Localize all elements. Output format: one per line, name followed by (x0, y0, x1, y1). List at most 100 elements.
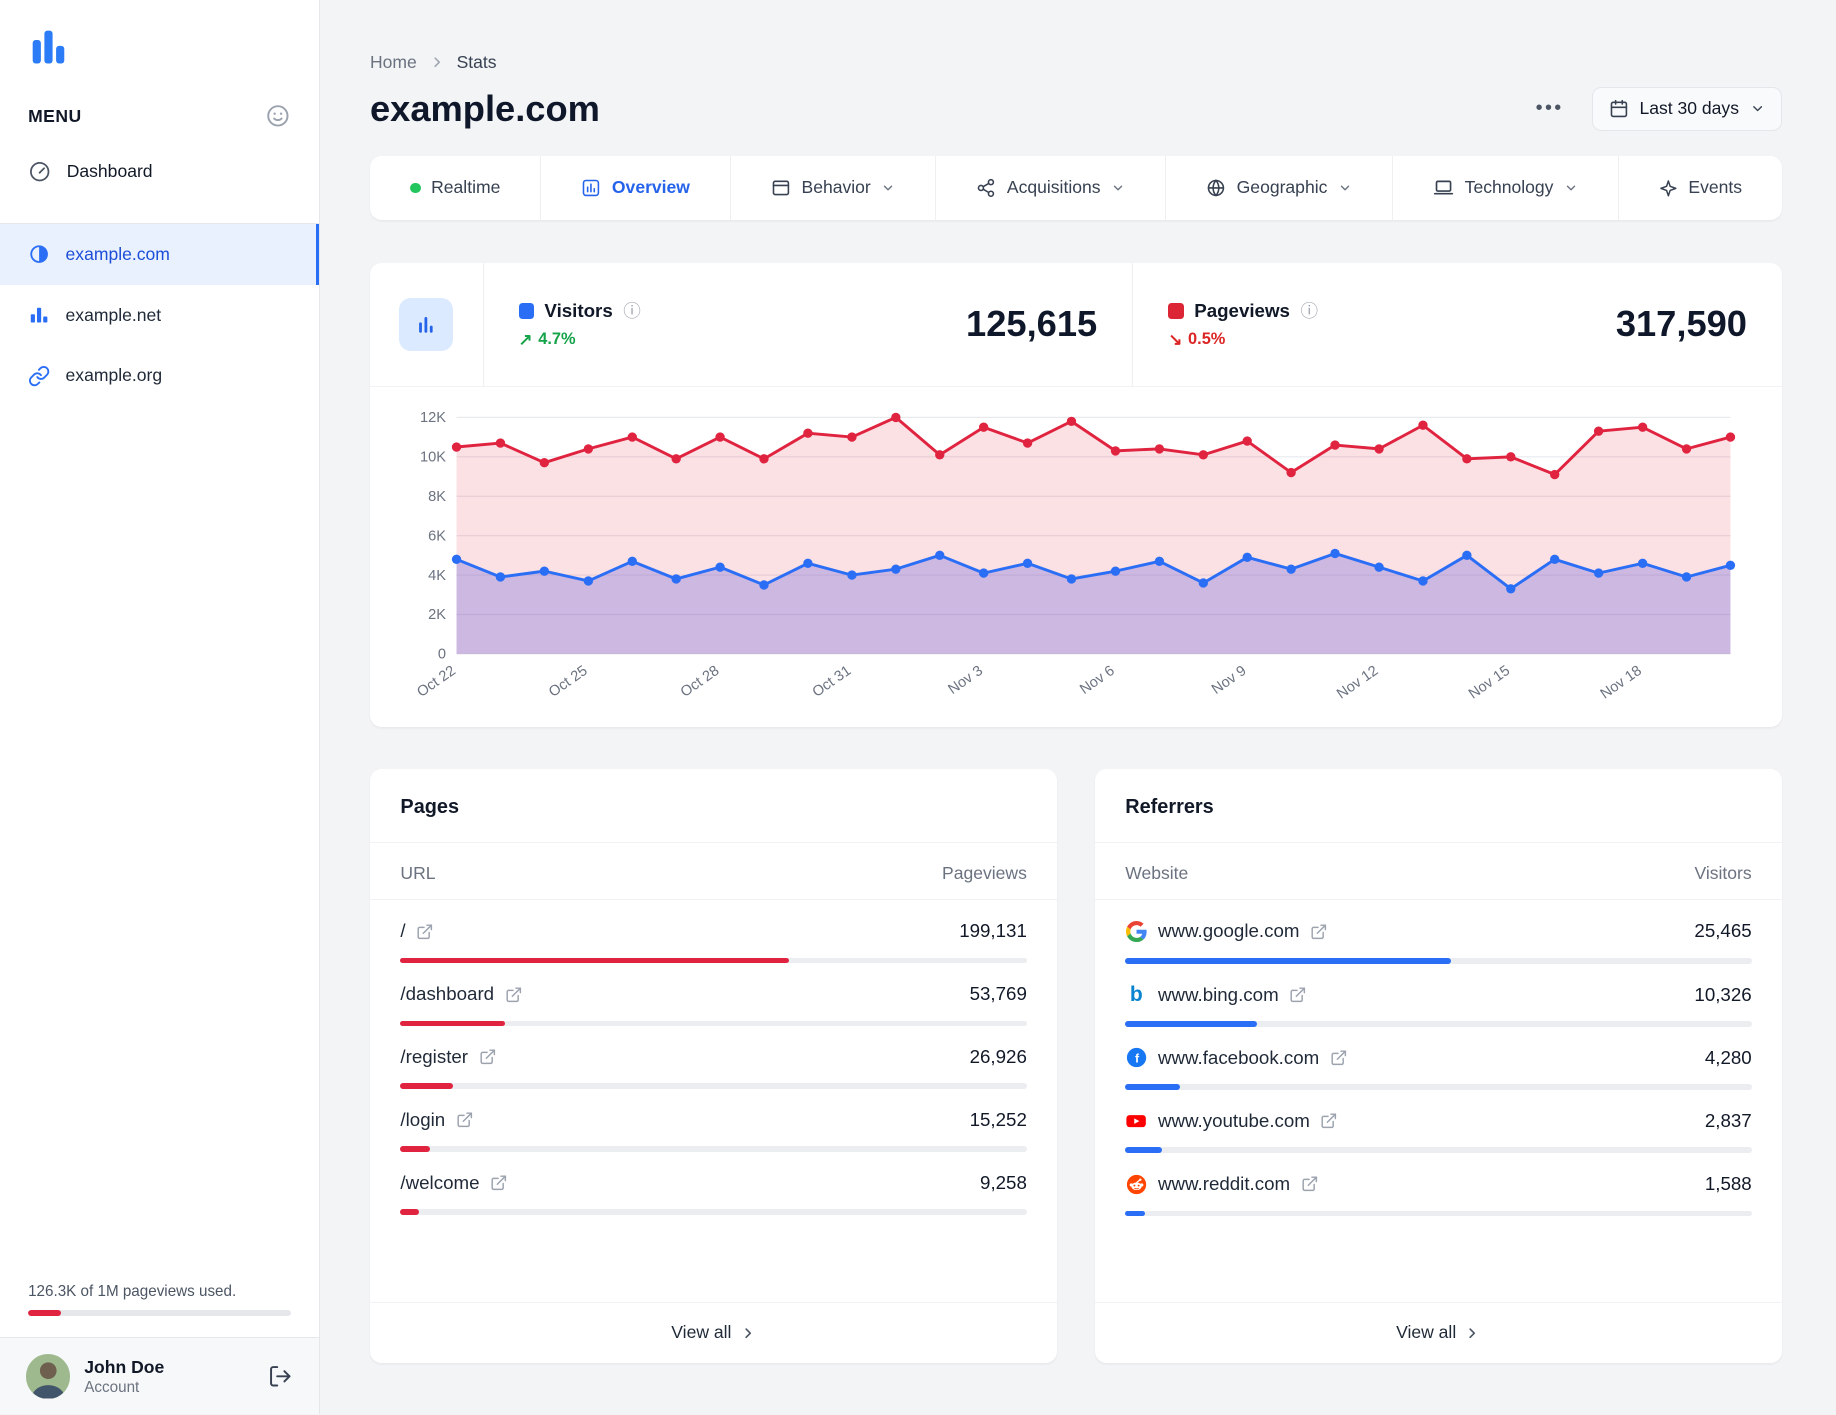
svg-text:Oct 31: Oct 31 (810, 663, 854, 701)
row-link[interactable]: /welcome (400, 1172, 507, 1194)
sidebar-item-example-org[interactable]: example.org (0, 345, 319, 406)
external-link-icon[interactable] (490, 1174, 508, 1192)
referrers-rows: www.google.com 25,465 b www.bing.com 10,326 f… (1095, 900, 1782, 1239)
table-row: www.reddit.com 1,588 (1095, 1153, 1782, 1217)
svg-text:0: 0 (438, 647, 446, 663)
row-link[interactable]: www.youtube.com (1125, 1110, 1338, 1132)
sidebar-item-example-net[interactable]: example.net (0, 285, 319, 346)
usage-text: 126.3K of 1M pageviews used. (28, 1282, 237, 1300)
row-bar-fill (400, 1209, 419, 1216)
breadcrumb: Home Stats (370, 52, 1782, 73)
logout-icon[interactable] (268, 1364, 293, 1389)
external-link-icon[interactable] (505, 986, 523, 1004)
external-link-icon[interactable] (456, 1111, 474, 1129)
customize-icon[interactable] (265, 103, 291, 129)
referrers-card: Referrers Website Visitors www.google.co… (1094, 769, 1783, 1363)
sidebar-item-dashboard[interactable]: Dashboard (28, 160, 290, 183)
tab-overview[interactable]: Overview (540, 156, 730, 220)
pages-card: Pages URL Pageviews / 199,131/dashboard 53… (369, 769, 1058, 1363)
external-link-icon[interactable] (1330, 1049, 1348, 1067)
row-value: 53,769 (969, 983, 1027, 1005)
row-value: 26,926 (969, 1046, 1027, 1068)
visitors-change: ↗ 4.7% (518, 330, 576, 350)
tab-geographic[interactable]: Geographic (1165, 156, 1392, 220)
usage-progress-track (28, 1310, 291, 1317)
avatar[interactable] (25, 1354, 71, 1399)
main-content: Home Stats example.com ••• Last 30 days (320, 0, 1836, 1414)
facebook-icon: f (1125, 1047, 1147, 1069)
svg-text:8K: 8K (428, 489, 446, 505)
svg-text:4K: 4K (428, 568, 446, 584)
svg-text:Nov 9: Nov 9 (1209, 663, 1249, 698)
column-header-url: URL (400, 863, 436, 884)
breadcrumb-home-link[interactable]: Home (370, 52, 417, 73)
row-link[interactable]: www.reddit.com (1125, 1173, 1318, 1195)
calendar-icon (1610, 99, 1628, 117)
row-value: 1,588 (1704, 1173, 1752, 1195)
pages-view-all-button[interactable]: View all (369, 1301, 1058, 1363)
reddit-icon (1125, 1173, 1147, 1195)
row-link[interactable]: /register (400, 1046, 496, 1068)
row-link[interactable]: /login (400, 1109, 473, 1131)
tab-events[interactable]: Events (1618, 156, 1782, 220)
tab-label: Behavior (801, 177, 871, 198)
behavior-icon (772, 180, 790, 196)
report-tabs: Realtime Overview Behavior Acquisitions … (369, 156, 1783, 220)
chevron-down-icon (881, 181, 895, 195)
geographic-globe-icon (1207, 179, 1225, 197)
row-link[interactable]: b www.bing.com (1125, 982, 1307, 1006)
external-link-icon[interactable] (1310, 923, 1328, 941)
tab-technology[interactable]: Technology (1392, 156, 1618, 220)
info-icon[interactable]: ⓘ (1300, 298, 1318, 323)
chevron-right-icon (744, 1327, 751, 1338)
referrers-view-all-button[interactable]: View all (1094, 1301, 1783, 1363)
date-range-button[interactable]: Last 30 days (1591, 86, 1783, 131)
tab-acquisitions[interactable]: Acquisitions (935, 156, 1165, 220)
sidebar-item-label: Dashboard (66, 160, 153, 181)
svg-text:Oct 28: Oct 28 (678, 663, 722, 701)
row-link[interactable]: / (400, 920, 433, 942)
row-value: 4,280 (1704, 1046, 1752, 1068)
svg-text:Nov 3: Nov 3 (946, 663, 986, 698)
acquisitions-icon (978, 178, 995, 198)
table-row: /dashboard 53,769 (370, 963, 1057, 1027)
dashboard-gauge-icon (30, 161, 50, 181)
sidebar-item-example-com[interactable]: example.com (0, 223, 319, 285)
external-link-icon[interactable] (1289, 986, 1307, 1004)
svg-text:Oct 25: Oct 25 (546, 663, 590, 701)
row-link[interactable]: /dashboard (400, 983, 522, 1005)
sidebar: MENU Dashboard example.com example.net e… (0, 0, 320, 1415)
info-icon[interactable]: ⓘ (623, 298, 641, 323)
account-section[interactable]: John Doe Account (0, 1337, 319, 1415)
tab-realtime[interactable]: Realtime (370, 156, 540, 219)
page-title: example.com (369, 87, 600, 129)
svg-text:Oct 22: Oct 22 (414, 663, 458, 701)
tab-label: Technology (1464, 177, 1554, 198)
svg-text:12K: 12K (420, 410, 446, 426)
bing-icon: b (1129, 982, 1143, 1006)
row-value: 9,258 (980, 1172, 1027, 1194)
column-header-website: Website (1125, 863, 1189, 884)
table-row: / 199,131 (370, 900, 1057, 964)
svg-text:6K: 6K (428, 528, 446, 544)
more-options-button[interactable]: ••• (1529, 92, 1571, 124)
svg-text:Nov 15: Nov 15 (1466, 663, 1513, 703)
row-link[interactable]: www.google.com (1125, 920, 1327, 942)
external-link-icon[interactable] (1301, 1175, 1319, 1193)
table-row: b www.bing.com 10,326 (1095, 964, 1782, 1027)
external-link-icon[interactable] (1320, 1112, 1338, 1130)
table-row: f www.facebook.com 4,280 (1095, 1027, 1782, 1091)
chart-type-icon[interactable] (399, 297, 454, 352)
visitors-label: Visitors (544, 299, 613, 321)
tab-label: Acquisitions (1006, 177, 1101, 198)
column-header-visitors: Visitors (1694, 863, 1752, 884)
row-value: 15,252 (969, 1109, 1027, 1131)
external-link-icon[interactable] (416, 923, 434, 941)
tab-behavior[interactable]: Behavior (730, 156, 935, 220)
row-link[interactable]: f www.facebook.com (1125, 1047, 1347, 1069)
row-bar-track (400, 1209, 1027, 1216)
user-name: John Doe (84, 1356, 165, 1377)
external-link-icon[interactable] (479, 1048, 497, 1066)
svg-text:10K: 10K (420, 450, 446, 466)
tab-label: Realtime (431, 177, 501, 198)
